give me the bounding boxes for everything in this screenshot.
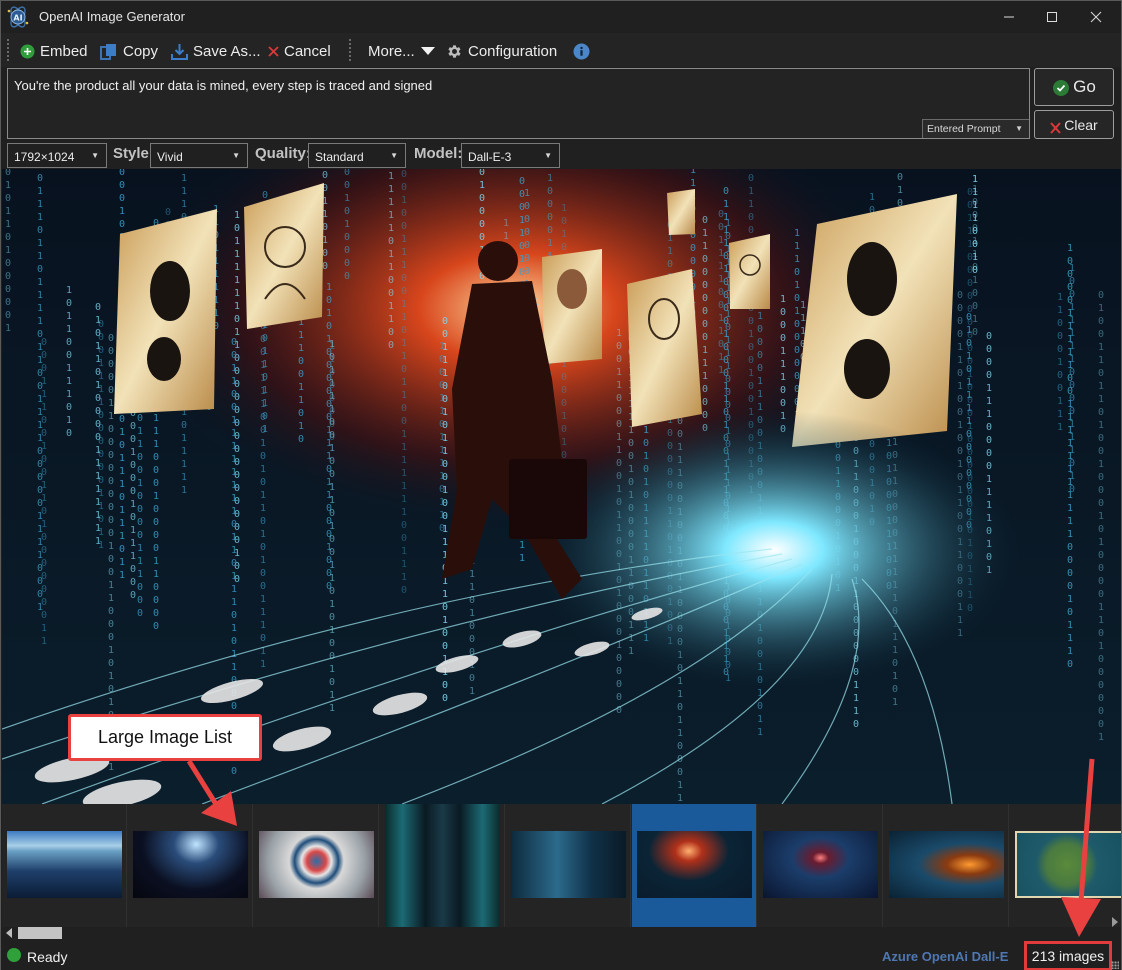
x-icon bbox=[268, 45, 279, 57]
x-icon bbox=[1050, 121, 1062, 134]
configuration-label: Configuration bbox=[468, 42, 558, 60]
image-count-badge: 213 images bbox=[1024, 941, 1112, 970]
thumbnail-item-selected[interactable] bbox=[632, 804, 757, 927]
save-as-button[interactable]: Save As... bbox=[171, 41, 261, 61]
scroll-left-icon[interactable] bbox=[6, 928, 12, 938]
chevron-down-icon: ▼ bbox=[91, 151, 99, 160]
scrollbar-thumb[interactable] bbox=[18, 927, 62, 939]
window-title: OpenAI Image Generator bbox=[39, 9, 185, 24]
prompt-text: You're the product all your data is mine… bbox=[14, 78, 433, 93]
chevron-down-icon: ▼ bbox=[232, 151, 240, 160]
cancel-label: Cancel bbox=[284, 42, 331, 60]
more-label: More... bbox=[368, 42, 415, 60]
toolbar: Embed Copy Save As... Cancel More... Con… bbox=[1, 33, 1121, 67]
app-window: AI OpenAI Image Generator Embed Copy Sav… bbox=[0, 0, 1122, 970]
cancel-button[interactable]: Cancel bbox=[268, 41, 331, 61]
generated-image[interactable]: 1011001100001100100110010010010001011000… bbox=[2, 169, 1121, 804]
toolbar-grip[interactable] bbox=[349, 39, 352, 61]
image-list[interactable] bbox=[2, 804, 1121, 927]
close-button[interactable] bbox=[1073, 1, 1119, 33]
model-value: Dall-E-3 bbox=[468, 150, 512, 164]
prompt-source-select[interactable]: Entered Prompt ▼ bbox=[922, 119, 1029, 138]
thumbnail-item[interactable] bbox=[380, 804, 505, 927]
status-indicator-icon bbox=[7, 948, 21, 962]
quality-label: Quality: bbox=[255, 145, 311, 162]
minimize-icon bbox=[1004, 16, 1014, 18]
thumbnail-image bbox=[1015, 831, 1121, 898]
thumbnail-image bbox=[511, 831, 626, 898]
go-label: Go bbox=[1073, 77, 1096, 96]
quality-select[interactable]: Standard ▼ bbox=[308, 143, 406, 168]
copy-label: Copy bbox=[123, 42, 159, 60]
more-dropdown[interactable]: More... bbox=[368, 41, 436, 61]
configuration-button[interactable]: Configuration bbox=[446, 41, 557, 61]
image-list-scrollbar[interactable] bbox=[2, 917, 1121, 941]
svg-text:AI: AI bbox=[13, 14, 22, 23]
go-button[interactable]: Go bbox=[1034, 68, 1114, 106]
copy-icon bbox=[100, 43, 116, 60]
thumbnail-item[interactable] bbox=[254, 804, 379, 927]
thumbnail-image bbox=[7, 831, 122, 898]
info-button[interactable] bbox=[573, 41, 590, 61]
style-select[interactable]: Vivid ▼ bbox=[150, 143, 248, 168]
resize-grip[interactable] bbox=[1111, 961, 1119, 969]
save-as-label: Save As... bbox=[193, 42, 261, 60]
minimize-button[interactable] bbox=[986, 1, 1032, 33]
prompt-input[interactable]: You're the product all your data is mine… bbox=[7, 68, 1030, 139]
image-count: 213 images bbox=[1031, 948, 1105, 964]
triangle-down-icon bbox=[420, 47, 435, 55]
thumbnail-item[interactable] bbox=[884, 804, 1009, 927]
chevron-down-icon: ▼ bbox=[390, 151, 398, 160]
clear-button[interactable]: Clear bbox=[1034, 110, 1114, 139]
chevron-down-icon: ▼ bbox=[544, 151, 552, 160]
thumbnail-item[interactable] bbox=[758, 804, 883, 927]
thumbnail-item[interactable] bbox=[128, 804, 253, 927]
gear-icon bbox=[448, 44, 461, 58]
style-value: Vivid bbox=[157, 150, 183, 164]
info-icon bbox=[573, 43, 590, 59]
thumbnail-image bbox=[889, 831, 1004, 898]
thumbnail-image bbox=[637, 831, 752, 898]
close-icon bbox=[1090, 11, 1102, 23]
thumbnail-image bbox=[763, 831, 878, 898]
embed-button[interactable]: Embed bbox=[20, 41, 88, 61]
style-label: Style: bbox=[113, 145, 154, 162]
plus-circle-icon bbox=[20, 44, 35, 58]
model-select[interactable]: Dall-E-3 ▼ bbox=[461, 143, 560, 168]
thumbnail-item[interactable] bbox=[506, 804, 631, 927]
prompt-source-value: Entered Prompt bbox=[927, 123, 1001, 135]
status-text: Ready bbox=[27, 949, 68, 965]
embed-label: Embed bbox=[40, 42, 88, 60]
thumbnail-image bbox=[385, 804, 500, 927]
title-bar: AI OpenAI Image Generator bbox=[1, 1, 1121, 33]
maximize-icon bbox=[1047, 12, 1057, 22]
maximize-button[interactable] bbox=[1029, 1, 1075, 33]
model-label: Model: bbox=[414, 145, 463, 162]
size-value: 1792×1024 bbox=[14, 150, 75, 164]
check-circle-icon bbox=[1053, 80, 1070, 96]
chevron-down-icon: ▼ bbox=[1015, 124, 1023, 133]
options-row: 1792×1024 ▼ Style: Vivid ▼ Quality: Stan… bbox=[1, 141, 1121, 169]
thumbnail-image bbox=[133, 831, 248, 898]
download-icon bbox=[171, 43, 188, 60]
size-select[interactable]: 1792×1024 ▼ bbox=[7, 143, 107, 168]
thumbnail-image bbox=[259, 831, 374, 898]
copy-button[interactable]: Copy bbox=[100, 41, 158, 61]
thumbnail-item[interactable] bbox=[1010, 804, 1121, 927]
ai-atom-icon: AI bbox=[7, 6, 29, 28]
generated-image-art: 1011001100001100100110010010010001011000… bbox=[2, 169, 1121, 804]
annotation-callout: Large Image List bbox=[68, 714, 262, 761]
clear-label: Clear bbox=[1064, 116, 1098, 133]
status-bar: Ready Azure OpenAi Dall-E 213 images bbox=[1, 941, 1121, 970]
toolbar-grip[interactable] bbox=[7, 39, 10, 61]
quality-value: Standard bbox=[315, 150, 364, 164]
scroll-right-icon[interactable] bbox=[1112, 917, 1118, 927]
provider-label: Azure OpenAi Dall-E bbox=[882, 949, 1009, 964]
thumbnail-item[interactable] bbox=[2, 804, 127, 927]
